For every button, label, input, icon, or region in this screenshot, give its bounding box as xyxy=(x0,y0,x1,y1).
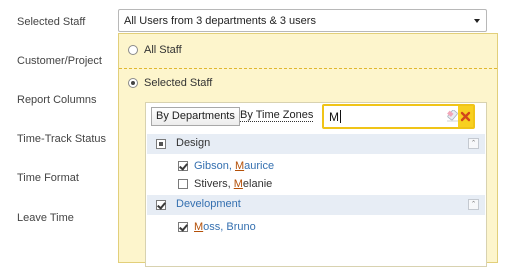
user-moss-bruno[interactable]: Moss, Bruno xyxy=(178,221,256,233)
staff-picker: By Departments By Time Zones M Design ⌃ xyxy=(145,102,487,267)
group-design[interactable]: Design ⌃ xyxy=(147,134,485,154)
match-highlight: M xyxy=(233,178,243,190)
user-last-name: Gibson xyxy=(194,160,229,172)
group-design-name: Design xyxy=(176,137,211,149)
by-departments-button[interactable]: By Departments xyxy=(151,107,240,126)
user-name: Gibson, Maurice xyxy=(194,160,275,172)
divider xyxy=(119,68,497,69)
group-design-checkbox[interactable] xyxy=(156,139,166,149)
collapse-icon[interactable]: ⌃ xyxy=(468,199,479,210)
by-time-zones-button[interactable]: By Time Zones xyxy=(237,107,316,126)
label-time-format: Time Format xyxy=(17,172,79,184)
user-gibson-maurice[interactable]: Gibson, Maurice xyxy=(178,160,274,172)
user-last-name: Stivers xyxy=(194,178,228,190)
option-selected-staff[interactable]: Selected Staff xyxy=(128,77,212,89)
option-all-staff[interactable]: All Staff xyxy=(128,44,182,56)
all-staff-radio[interactable] xyxy=(128,45,138,55)
label-selected-staff: Selected Staff xyxy=(17,16,86,28)
group-development[interactable]: Development ⌃ xyxy=(147,195,485,215)
text-caret xyxy=(340,110,341,123)
selected-staff-radio[interactable] xyxy=(128,78,138,88)
user-first-name-rest: elanie xyxy=(242,178,273,190)
label-leave-time: Leave Time xyxy=(17,212,74,224)
label-time-track-status: Time-Track Status xyxy=(17,133,107,145)
user-checkbox[interactable] xyxy=(178,179,188,189)
all-staff-label: All Staff xyxy=(144,44,182,56)
group-development-name: Development xyxy=(176,198,241,210)
selected-staff-select[interactable]: All Users from 3 departments & 3 users xyxy=(118,9,487,32)
staff-search-box[interactable]: M xyxy=(322,104,475,129)
user-stivers-melanie[interactable]: Stivers, Melanie xyxy=(178,178,272,190)
user-checkbox[interactable] xyxy=(178,222,188,232)
user-first-name-rest: aurice xyxy=(244,160,275,172)
clear-search-button[interactable] xyxy=(458,106,473,127)
user-name: Stivers, Melanie xyxy=(194,178,273,190)
select-value: All Users from 3 departments & 3 users xyxy=(124,15,316,27)
search-input[interactable]: M xyxy=(329,110,339,124)
selected-staff-label: Selected Staff xyxy=(144,77,213,89)
user-first-name: Bruno xyxy=(226,221,256,233)
user-last-name-rest: oss xyxy=(203,221,221,233)
chevron-down-icon[interactable] xyxy=(474,19,480,23)
match-highlight: M xyxy=(234,160,245,172)
group-development-checkbox[interactable] xyxy=(156,200,166,210)
by-time-zones-label: By Time Zones xyxy=(240,109,314,122)
match-highlight: M xyxy=(194,221,204,233)
user-checkbox[interactable] xyxy=(178,161,188,171)
staff-dropdown-panel: All Staff Selected Staff By Departments … xyxy=(118,33,498,267)
collapse-icon[interactable]: ⌃ xyxy=(468,138,479,149)
user-name: Moss, Bruno xyxy=(194,221,256,233)
label-customer-project: Customer/Project xyxy=(17,55,102,67)
label-report-columns: Report Columns xyxy=(17,94,97,106)
close-icon xyxy=(460,111,471,122)
